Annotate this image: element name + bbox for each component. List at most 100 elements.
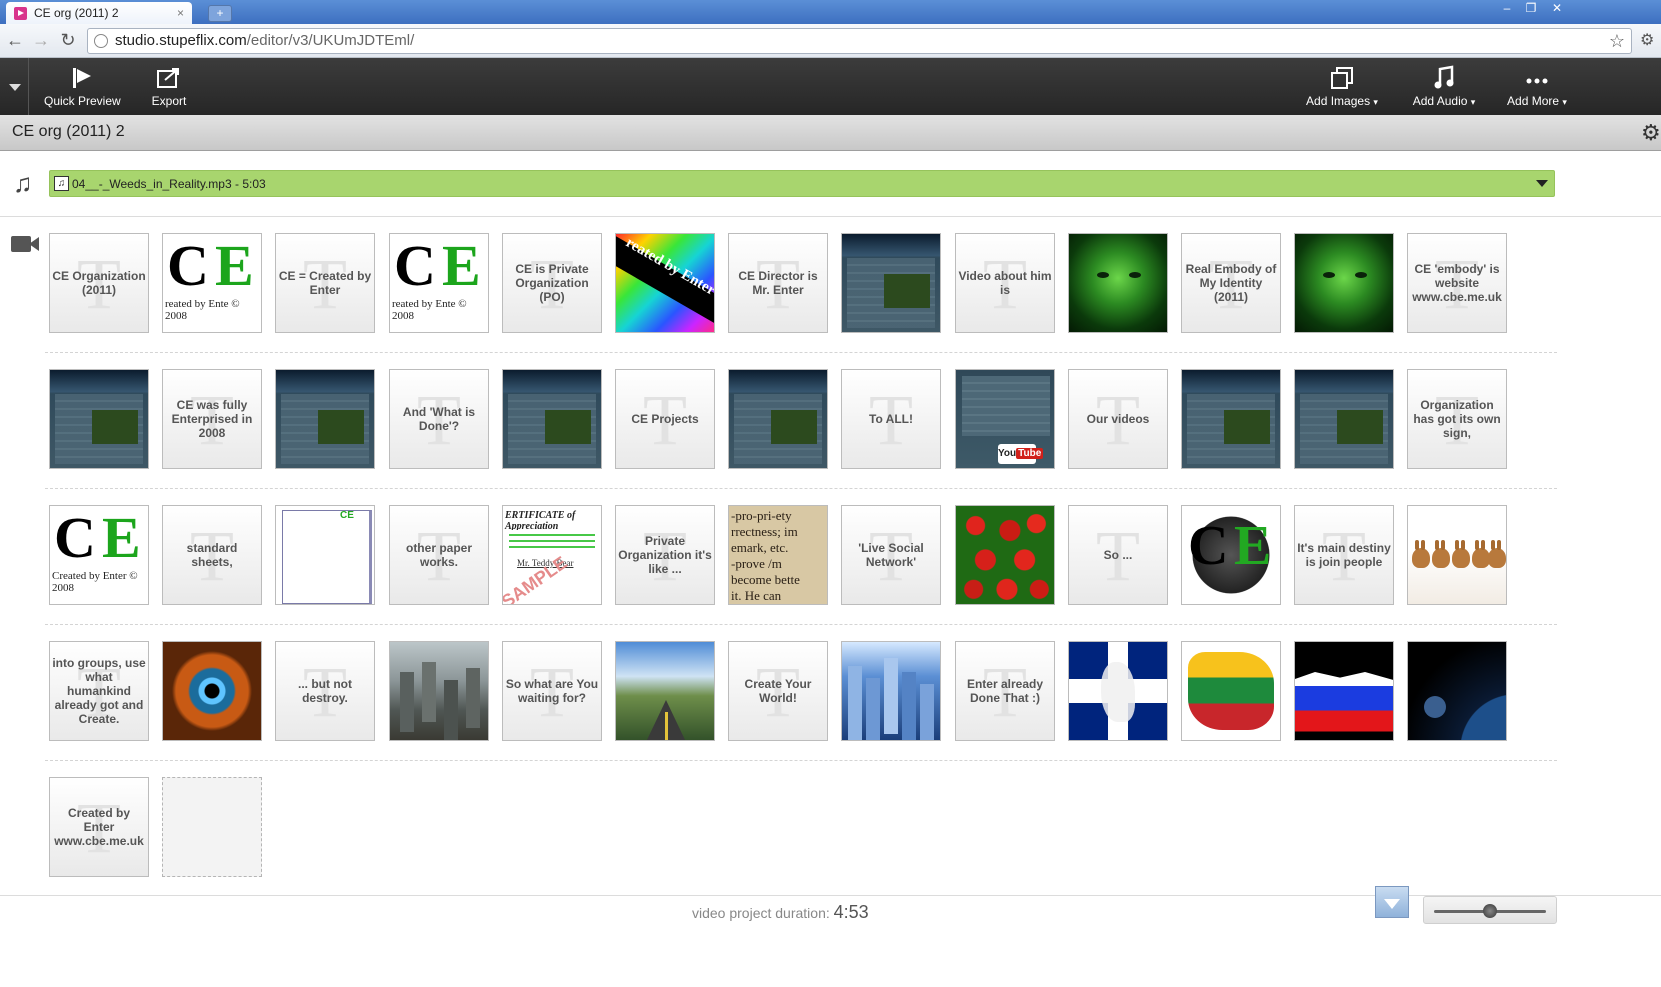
window-close-icon[interactable]: ✕	[1546, 1, 1568, 15]
text-slide-tile[interactable]: Tstandard sheets,	[162, 505, 262, 605]
image-slide-tile[interactable]	[841, 641, 941, 741]
tab-close-icon[interactable]: ×	[177, 2, 184, 24]
text-slide-caption: CE = Created by Enter	[278, 269, 372, 297]
text-slide-tile[interactable]: T It's main destiny is join people	[1294, 505, 1394, 605]
image-text: CE	[340, 510, 354, 521]
add-more-button[interactable]: Add More ▾	[1507, 58, 1567, 115]
image-slide-tile[interactable]	[162, 641, 262, 741]
back-icon[interactable]: ←	[5, 30, 25, 50]
text-slide-tile[interactable]: T Organization has got its own sign,	[1407, 369, 1507, 469]
video-camera-icon	[11, 236, 39, 252]
image-slide-tile[interactable]: reated by Enter	[615, 233, 715, 333]
caret-down-icon: ▾	[1373, 97, 1378, 107]
text-slide-tile[interactable]: T And 'What is Done'?	[389, 369, 489, 469]
row-divider	[45, 352, 1557, 353]
text-slide-tile[interactable]: T CE Organization (2011)	[49, 233, 149, 333]
image-slide-tile[interactable]	[502, 369, 602, 469]
image-slide-tile[interactable]	[1407, 641, 1507, 741]
text-slide-tile[interactable]: T Create Your World!	[728, 641, 828, 741]
text-slide-tile[interactable]: T 'Live Social Network'	[841, 505, 941, 605]
logo-caption: reated by Ente © 2008	[392, 298, 467, 322]
text-slide-tile[interactable]: T To ALL!	[841, 369, 941, 469]
text-slide-tile[interactable]: T Private Organization it's like ...	[615, 505, 715, 605]
text-slide-tile[interactable]: T Real Embody of My Identity (2011)	[1181, 233, 1281, 333]
image-slide-tile[interactable]	[1068, 233, 1168, 333]
text-slide-caption: ... but not destroy.	[298, 677, 352, 705]
image-slide-tile[interactable]: C Ereated by Ente © 2008	[162, 233, 262, 333]
text-slide-tile[interactable]: T Our videos	[1068, 369, 1168, 469]
text-slide-tile[interactable]: T So ...	[1068, 505, 1168, 605]
text-slide-tile[interactable]: Tinto groups, use what humankind already…	[49, 641, 149, 741]
image-detail	[884, 274, 930, 308]
bookmark-star-icon[interactable]: ☆	[1609, 29, 1625, 53]
image-slide-tile[interactable]	[955, 505, 1055, 605]
image-slide-tile[interactable]: CE	[1181, 505, 1281, 605]
text-slide-tile[interactable]: T CE Projects	[615, 369, 715, 469]
image-slide-tile[interactable]	[1181, 369, 1281, 469]
export-button[interactable]: Export	[148, 58, 190, 115]
image-slide-tile[interactable]: CE	[275, 505, 375, 605]
add-images-button[interactable]: Add Images ▾	[1304, 58, 1380, 115]
add-images-label: Add Images	[1306, 94, 1371, 108]
audio-track-dropdown-icon[interactable]	[1536, 180, 1548, 187]
duration-label: video project duration:	[692, 905, 830, 921]
image-slide-tile[interactable]	[1181, 641, 1281, 741]
zoom-slider[interactable]	[1423, 896, 1557, 924]
image-slide-tile[interactable]: C E Created by Enter © 2008	[49, 505, 149, 605]
reload-icon[interactable]: ↻	[58, 30, 78, 50]
text-slide-tile[interactable]: T CE Director is Mr. Enter	[728, 233, 828, 333]
text-slide-tile[interactable]: T CE 'embody' is website www.cbe.me.uk	[1407, 233, 1507, 333]
text-slide-tile[interactable]: T... but not destroy.	[275, 641, 375, 741]
download-button[interactable]	[1375, 886, 1409, 918]
zoom-slider-knob[interactable]	[1483, 904, 1497, 918]
text-slide-caption: into groups, use what humankind already …	[52, 656, 146, 726]
forward-icon[interactable]: →	[31, 30, 51, 50]
image-slide-tile[interactable]	[1407, 505, 1507, 605]
image-slide-tile[interactable]	[389, 641, 489, 741]
image-slide-tile[interactable]	[1294, 369, 1394, 469]
quick-preview-button[interactable]: Quick Preview	[44, 58, 121, 115]
image-slide-tile[interactable]	[841, 233, 941, 333]
new-tab-button[interactable]: +	[208, 5, 232, 22]
browser-tab[interactable]: CE org (2011) 2 ×	[6, 2, 192, 24]
image-detail	[318, 410, 364, 444]
audio-track[interactable]: ♫ 04__-_Weeds_in_Reality.mp3 - 5:03	[49, 170, 1555, 197]
image-slide-tile[interactable]: ERTIFICATE of Appreciation Mr. Teddy Bear…	[502, 505, 602, 605]
image-slide-tile[interactable]: C Ereated by Ente © 2008	[389, 233, 489, 333]
image-slide-tile[interactable]	[615, 641, 715, 741]
minimize-icon[interactable]: –	[1496, 1, 1518, 15]
image-slide-tile[interactable]	[1294, 641, 1394, 741]
image-slide-tile[interactable]	[275, 369, 375, 469]
url-field[interactable]: studio.stupeflix.com/editor/v3/UKUmJDTEm…	[87, 28, 1632, 54]
image-slide-tile[interactable]	[49, 369, 149, 469]
text-slide-tile[interactable]: T CE is Private Organization (PO)	[502, 233, 602, 333]
text-slide-tile[interactable]: Tother paper works.	[389, 505, 489, 605]
image-slide-tile[interactable]	[728, 369, 828, 469]
wrench-icon[interactable]: ⚙	[1640, 30, 1654, 50]
text-slide-tile[interactable]: T So what are You waiting for?	[502, 641, 602, 741]
project-title[interactable]: CE org (2011) 2	[12, 123, 125, 141]
text-slide-tile[interactable]: T Enter already Done That :)	[955, 641, 1055, 741]
text-slide-tile[interactable]: T CE was fully Enterprised in 2008	[162, 369, 262, 469]
image-slide-tile[interactable]	[1068, 641, 1168, 741]
empty-slot-placeholder[interactable]	[162, 777, 262, 877]
maximize-icon[interactable]: ❐	[1520, 1, 1542, 15]
text-slide-tile[interactable]: T CE = Created by Enter	[275, 233, 375, 333]
rabbit-shape	[1412, 540, 1430, 568]
image-text: -prove /m	[731, 556, 782, 571]
logo-caption: Created by Enter © 2008	[52, 570, 138, 594]
text-slide-caption: Real Embody of My Identity (2011)	[1185, 262, 1277, 304]
menu-dropdown-button[interactable]	[0, 58, 29, 115]
text-slide-caption: standard sheets,	[186, 541, 238, 569]
text-slide-tile[interactable]: T Created by Enter www.cbe.me.uk	[49, 777, 149, 877]
image-text: it. He can	[731, 588, 782, 603]
image-slide-tile[interactable]: You Tube	[955, 369, 1055, 469]
image-slide-tile[interactable]: -pro-pri-ety rrectness; im emark, etc. -pro…	[728, 505, 828, 605]
url-text: studio.stupeflix.com/editor/v3/UKUmJDTEm…	[115, 29, 414, 53]
text-slide-tile[interactable]: T Video about him is	[955, 233, 1055, 333]
image-slide-tile[interactable]	[1294, 233, 1394, 333]
image-detail	[1224, 410, 1270, 444]
add-audio-button[interactable]: Add Audio ▾	[1411, 58, 1477, 115]
gear-icon[interactable]: ⚙	[1641, 120, 1661, 146]
url-host: studio.stupeflix.com	[115, 32, 247, 49]
